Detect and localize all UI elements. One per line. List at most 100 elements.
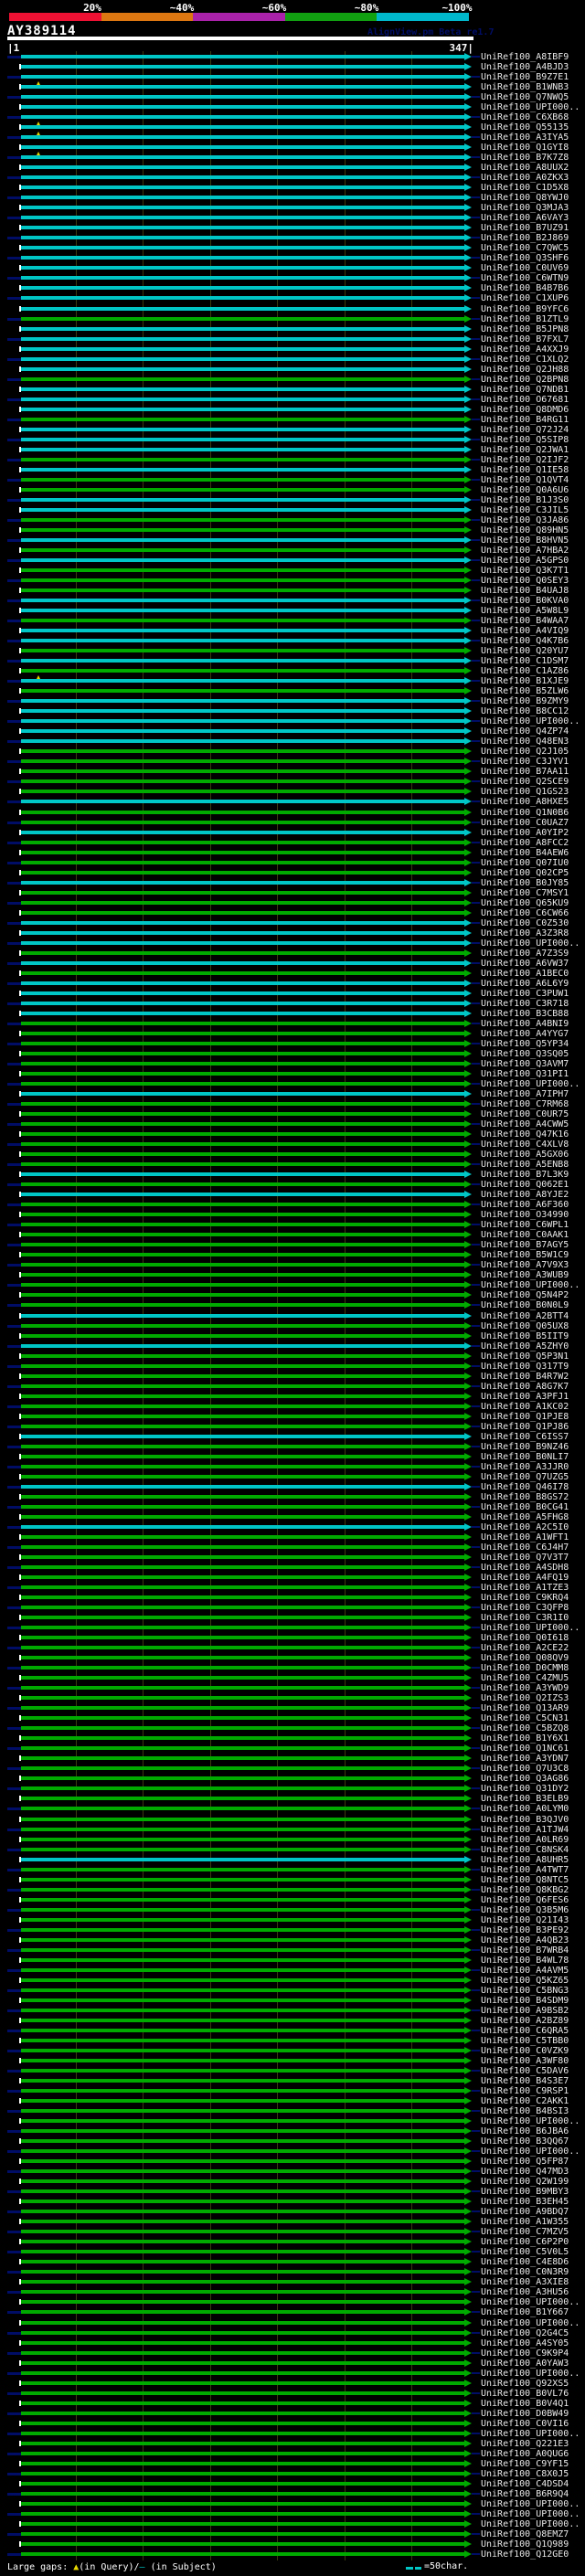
- hit-row[interactable]: UniRef100_Q1N0B6: [0, 808, 585, 818]
- hit-label[interactable]: UniRef100_A7Z3S9: [481, 949, 569, 959]
- hit-label[interactable]: UniRef100_B3EH45: [481, 2197, 569, 2207]
- hit-label[interactable]: UniRef100_Q2J105: [481, 747, 569, 757]
- hit-row[interactable]: UniRef100_A6L6Y9: [0, 979, 585, 989]
- hit-row[interactable]: UniRef100_Q2G4C5: [0, 2328, 585, 2338]
- hit-row[interactable]: UniRef100_B4WAA7: [0, 616, 585, 626]
- hit-row[interactable]: UniRef100_Q3SQ05: [0, 1049, 585, 1059]
- hit-row[interactable]: UniRef100_B4UAJ8: [0, 586, 585, 596]
- hit-label[interactable]: UniRef100_B1WNB3: [481, 82, 569, 92]
- hit-row[interactable]: UniRef100_A8FCC2: [0, 838, 585, 848]
- hit-row[interactable]: UniRef100_A7V9X3: [0, 1260, 585, 1270]
- hit-label[interactable]: UniRef100_A4YYG7: [481, 1029, 569, 1039]
- hit-label[interactable]: UniRef100_Q1GYI8: [481, 143, 569, 153]
- hit-label[interactable]: UniRef100_A3HU56: [481, 2287, 569, 2297]
- hit-label[interactable]: UniRef100_Q5SIP8: [481, 435, 569, 445]
- hit-row[interactable]: UniRef100_A0LYM0: [0, 1804, 585, 1814]
- hit-row[interactable]: UniRef100_O34990: [0, 1210, 585, 1220]
- hit-label[interactable]: UniRef100_C0VI16: [481, 2419, 569, 2429]
- hit-label[interactable]: UniRef100_A3YWD9: [481, 1683, 569, 1693]
- hit-row[interactable]: UniRef100_C7MZV5: [0, 2227, 585, 2237]
- hit-row[interactable]: UniRef100_Q7NWQ5: [0, 92, 585, 102]
- hit-row[interactable]: UniRef100_Q47MD3: [0, 2167, 585, 2177]
- hit-label[interactable]: UniRef100_C9YF15: [481, 2459, 569, 2469]
- hit-label[interactable]: UniRef100_UPI000..: [481, 2318, 580, 2328]
- hit-label[interactable]: UniRef100_A6VAY3: [481, 213, 569, 223]
- hit-row[interactable]: UniRef100_Q7U3C8: [0, 1764, 585, 1774]
- hit-row[interactable]: UniRef100_Q47K16: [0, 1129, 585, 1140]
- hit-label[interactable]: UniRef100_Q07IU0: [481, 858, 569, 868]
- hit-row[interactable]: UniRef100_C5V0L5: [0, 2247, 585, 2257]
- hit-label[interactable]: UniRef100_C5BNG3: [481, 1986, 569, 1996]
- hit-row[interactable]: UniRef100_C1XUP6: [0, 293, 585, 303]
- hit-row[interactable]: UniRef100_C3PUW1: [0, 989, 585, 999]
- hit-row[interactable]: UniRef100_B0N0L9: [0, 1300, 585, 1310]
- hit-label[interactable]: UniRef100_C4ZMU5: [481, 1673, 569, 1683]
- hit-row[interactable]: UniRef100_A4YYG7: [0, 1029, 585, 1039]
- hit-row[interactable]: UniRef100_A5GPS0: [0, 556, 585, 566]
- hit-label[interactable]: UniRef100_B1ZTL9: [481, 314, 569, 324]
- hit-row[interactable]: UniRef100_Q8KBG2: [0, 1885, 585, 1895]
- hit-row[interactable]: UniRef100_A8UUX2: [0, 163, 585, 173]
- hit-row[interactable]: UniRef100_Q7V3T7: [0, 1553, 585, 1563]
- hit-label[interactable]: UniRef100_UPI000..: [481, 1079, 580, 1089]
- hit-row[interactable]: UniRef100_B0KVA0: [0, 596, 585, 606]
- hit-row[interactable]: UniRef100_C0UAZ7: [0, 818, 585, 828]
- hit-row[interactable]: UniRef100_A8YJE2: [0, 1190, 585, 1200]
- hit-label[interactable]: UniRef100_Q31PI1: [481, 1069, 569, 1079]
- hit-row[interactable]: UniRef100_C8X0J5: [0, 2469, 585, 2479]
- hit-label[interactable]: UniRef100_B4SDM9: [481, 1996, 569, 2006]
- hit-label[interactable]: UniRef100_C8NSK4: [481, 1845, 569, 1855]
- hit-row[interactable]: UniRef100_A2CE22: [0, 1643, 585, 1653]
- hit-row[interactable]: UniRef100_A0YIP2: [0, 828, 585, 838]
- hit-label[interactable]: UniRef100_A1W355: [481, 2217, 569, 2227]
- hit-row[interactable]: UniRef100_B3QJV0: [0, 1815, 585, 1825]
- hit-row[interactable]: UniRef100_B4B7B6: [0, 283, 585, 293]
- hit-row[interactable]: UniRef100_Q8YWJ0: [0, 193, 585, 203]
- hit-row[interactable]: UniRef100_UPI000..: [0, 2147, 585, 2157]
- hit-row[interactable]: UniRef100_A5GX06: [0, 1150, 585, 1160]
- hit-label[interactable]: UniRef100_A1BEC0: [481, 969, 569, 979]
- hit-label[interactable]: UniRef100_C7MZV5: [481, 2227, 569, 2237]
- hit-label[interactable]: UniRef100_C5DAV6: [481, 2066, 569, 2076]
- hit-row[interactable]: UniRef100_B1XJE9: [0, 675, 585, 686]
- hit-row[interactable]: UniRef100_C4DSD4: [0, 2479, 585, 2489]
- hit-row[interactable]: UniRef100_Q13AR9: [0, 1703, 585, 1713]
- hit-row[interactable]: UniRef100_A4VIQ9: [0, 626, 585, 636]
- hit-label[interactable]: UniRef100_Q31DY2: [481, 1784, 569, 1794]
- hit-label[interactable]: UniRef100_B1XJE9: [481, 676, 569, 686]
- hit-label[interactable]: UniRef100_Q1Q989: [481, 2539, 569, 2549]
- hit-row[interactable]: UniRef100_UPI000..: [0, 938, 585, 949]
- hit-label[interactable]: UniRef100_B9YFC6: [481, 304, 569, 314]
- hit-label[interactable]: UniRef100_UPI000..: [481, 2429, 580, 2439]
- hit-row[interactable]: UniRef100_D0CMM8: [0, 1663, 585, 1673]
- hit-row[interactable]: UniRef100_A3IYA5: [0, 132, 585, 143]
- hit-label[interactable]: UniRef100_Q3AVM7: [481, 1059, 569, 1069]
- hit-label[interactable]: UniRef100_A7HBA2: [481, 546, 569, 556]
- hit-label[interactable]: UniRef100_A4TWT7: [481, 1865, 569, 1875]
- hit-label[interactable]: UniRef100_Q317T9: [481, 1362, 569, 1372]
- hit-label[interactable]: UniRef100_B4B7B6: [481, 283, 569, 293]
- hit-row[interactable]: UniRef100_B0V4Q1: [0, 2399, 585, 2409]
- hit-row[interactable]: UniRef100_B9Z7E1: [0, 72, 585, 82]
- hit-row[interactable]: UniRef100_B8HVN5: [0, 535, 585, 546]
- hit-row[interactable]: UniRef100_B1Y667: [0, 2307, 585, 2317]
- hit-label[interactable]: UniRef100_A1KC02: [481, 1402, 569, 1412]
- hit-row[interactable]: UniRef100_UPI000..: [0, 2429, 585, 2439]
- hit-row[interactable]: UniRef100_Q5YP34: [0, 1039, 585, 1049]
- hit-row[interactable]: UniRef100_B4S3E7: [0, 2076, 585, 2086]
- hit-label[interactable]: UniRef100_A8HXE5: [481, 797, 569, 807]
- hit-label[interactable]: UniRef100_A3WUB9: [481, 1270, 569, 1280]
- hit-label[interactable]: UniRef100_A5GPS0: [481, 556, 569, 566]
- hit-row[interactable]: UniRef100_A4TWT7: [0, 1865, 585, 1875]
- hit-label[interactable]: UniRef100_A4BJD3: [481, 62, 569, 72]
- hit-label[interactable]: UniRef100_UPI000..: [481, 1280, 580, 1290]
- hit-row[interactable]: UniRef100_A4AVM5: [0, 1966, 585, 1976]
- hit-row[interactable]: UniRef100_Q2W199: [0, 2177, 585, 2187]
- hit-row[interactable]: UniRef100_B3CB88: [0, 1009, 585, 1019]
- hit-label[interactable]: UniRef100_Q1PJE8: [481, 1412, 569, 1422]
- hit-row[interactable]: UniRef100_C6QRA5: [0, 2026, 585, 2036]
- hit-row[interactable]: UniRef100_B5W1C9: [0, 1250, 585, 1260]
- hit-label[interactable]: UniRef100_A0YIP2: [481, 828, 569, 838]
- hit-row[interactable]: UniRef100_C6P2P0: [0, 2237, 585, 2247]
- hit-label[interactable]: UniRef100_O67681: [481, 395, 569, 405]
